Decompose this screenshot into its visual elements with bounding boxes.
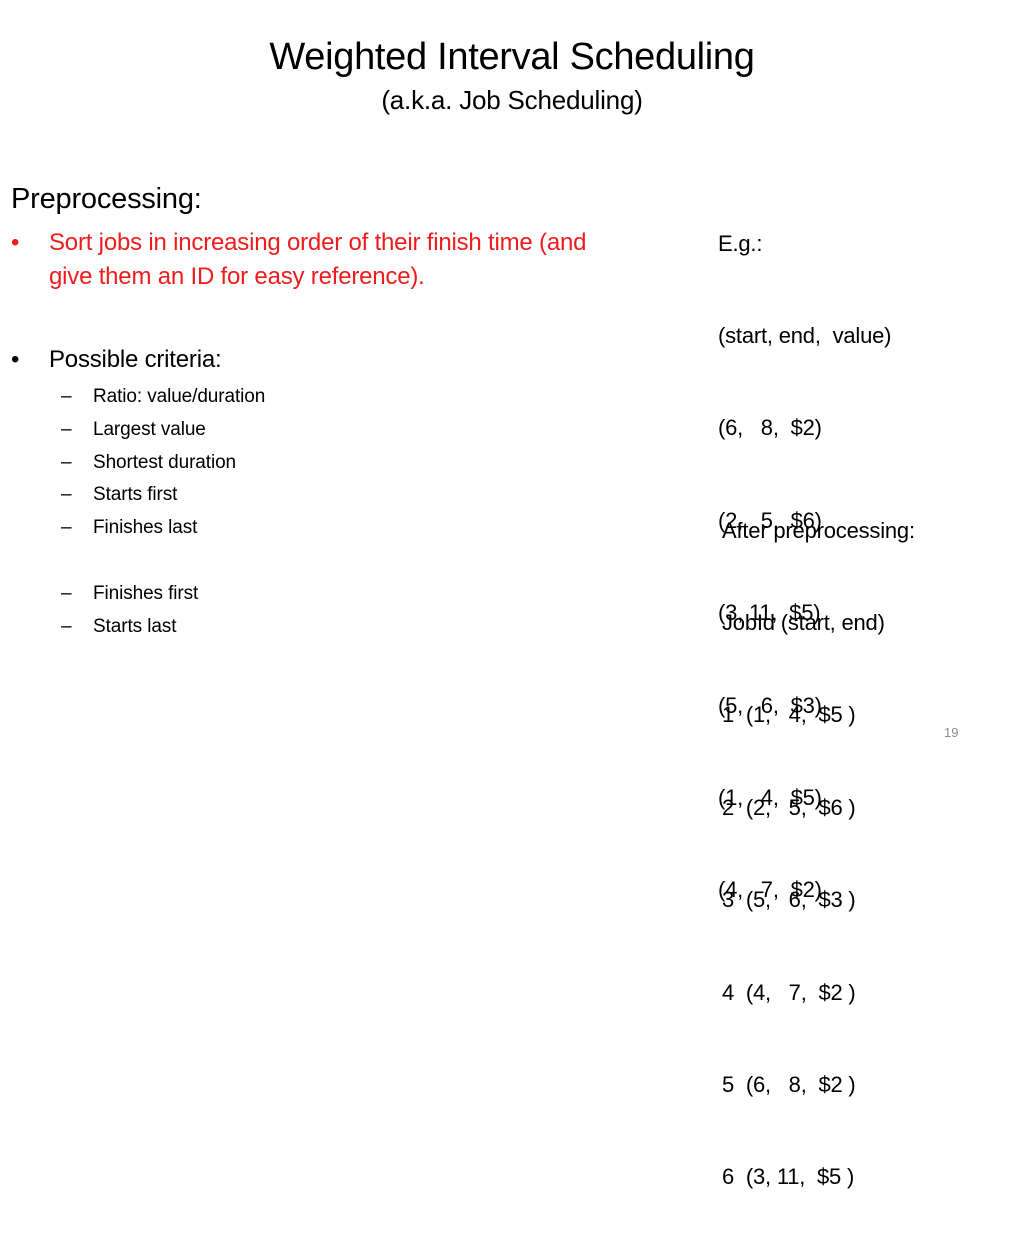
sorted-columns: JobId (start, end)	[722, 609, 885, 635]
sorted-row: 4 (4, 7, $2 )	[722, 979, 856, 1005]
dash-marker: –	[61, 418, 72, 440]
sorted-row: 6 (3, 11, $5 )	[722, 1164, 855, 1190]
bullet-marker: •	[11, 229, 20, 256]
sorted-row: 3 (5, 6, $3 )	[722, 887, 856, 913]
dash-marker: –	[61, 615, 72, 637]
criteria-label: Starts last	[93, 615, 177, 637]
example-row: (6, 8, $2)	[718, 415, 822, 441]
dash-marker: –	[61, 451, 72, 473]
dash-marker: –	[61, 484, 72, 506]
preprocessing-heading: Preprocessing:	[11, 183, 202, 215]
sorted-jobs: After preprocessing: JobId (start, end) …	[722, 454, 915, 1255]
sorted-row: 1 (1, 4, $5 )	[722, 702, 856, 728]
page-number: 19	[944, 725, 959, 740]
example-columns: (start, end, value)	[718, 322, 892, 348]
criteria-label: Finishes first	[93, 582, 199, 604]
sorted-heading: After preprocessing:	[722, 517, 915, 543]
criteria-label: Ratio: value/duration	[93, 386, 266, 407]
bullet-line: Sort jobs in increasing order of their f…	[49, 229, 587, 256]
dash-marker: –	[61, 582, 72, 604]
bullet-text: Sort jobs in increasing order of their f…	[49, 226, 586, 294]
bullet-text: Possible criteria:	[49, 346, 222, 373]
criteria-label: Starts first	[93, 484, 178, 506]
sorted-row: 2 (2, 5, $6 )	[722, 794, 856, 820]
dash-marker: –	[61, 517, 72, 539]
sorted-row: 5 (6, 8, $2 )	[722, 1071, 856, 1097]
criteria-label: Largest value	[93, 418, 206, 440]
criteria-label: Finishes last	[93, 517, 198, 539]
slide-subtitle: (a.k.a. Job Scheduling)	[381, 85, 643, 115]
bullet-marker: •	[11, 346, 20, 373]
slide-title: Weighted Interval Scheduling	[269, 36, 755, 78]
example-heading: E.g.:	[718, 230, 763, 256]
criteria-label: Shortest duration	[93, 451, 236, 473]
bullet-line: give them an ID for easy reference).	[49, 263, 425, 290]
dash-marker: –	[61, 386, 72, 407]
